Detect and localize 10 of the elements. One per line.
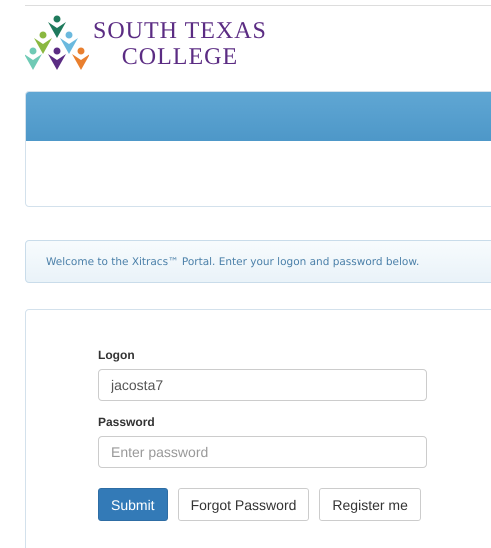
input-field[interactable]: Enter password <box>98 436 427 468</box>
notice-text: Welcome to the Xitracs™ Portal. Enter your logon and password below. <box>46 256 420 268</box>
button[interactable]: Forgot Password <box>178 488 310 521</box>
field-label: Logon <box>98 348 136 362</box>
field-label: Password <box>98 415 156 429</box>
submit-button[interactable]: Submit <box>98 488 168 521</box>
college-name: COLLEGE <box>122 44 238 70</box>
input-field[interactable]: jacosta7 <box>98 369 427 401</box>
college-name: SOUTH TEXAS <box>93 18 267 44</box>
button[interactable]: Register me <box>319 488 421 521</box>
